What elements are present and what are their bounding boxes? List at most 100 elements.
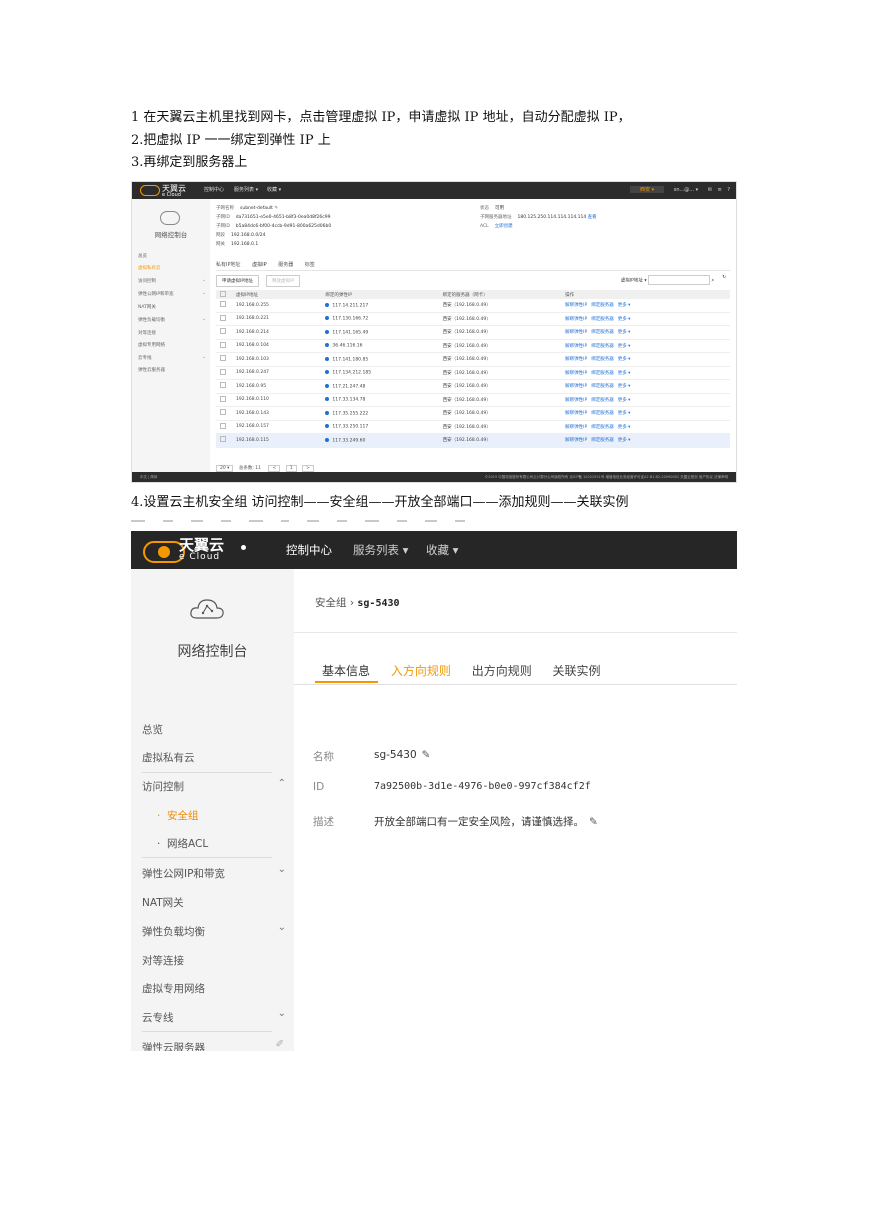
sidebar-item-ecs[interactable]: 弹性云服务器: [142, 1040, 205, 1051]
bind-server-link[interactable]: 绑定服务器: [591, 357, 614, 362]
table-row[interactable]: 192.168.0.221 117.130.166.72 西安（192.168.0.…: [216, 312, 730, 326]
sidebar-item-network-acl[interactable]: · 网络ACL: [157, 836, 208, 851]
sidebar-item-vpn[interactable]: 虚拟专用网络: [138, 342, 165, 348]
sidebar-item-overview[interactable]: 总览: [142, 722, 163, 737]
row-checkbox[interactable]: [220, 341, 226, 348]
nav-service-list[interactable]: 服务列表 ▾: [353, 542, 408, 558]
sidebar-item-vpn[interactable]: 虚拟专用网络: [142, 981, 205, 996]
bind-server-link[interactable]: 绑定服务器: [591, 330, 614, 335]
pin-icon[interactable]: ✐: [276, 1039, 284, 1050]
sidebar-item-vpc[interactable]: 虚拟私有云: [138, 265, 161, 271]
filter-field-select[interactable]: 虚拟IP地址 ▾: [621, 279, 647, 284]
row-checkbox[interactable]: [220, 355, 226, 362]
more-menu-link[interactable]: 更多 ▾: [618, 438, 631, 443]
unbind-eip-link[interactable]: 解绑弹性IP: [565, 411, 587, 416]
tab-associated-instances[interactable]: 关联实例: [553, 664, 601, 678]
bind-server-link[interactable]: 绑定服务器: [591, 303, 614, 308]
table-row[interactable]: 192.168.0.157 117.33.250.117 西安（192.168.0.…: [216, 420, 730, 434]
user-menu[interactable]: sn...@... ▾: [674, 187, 698, 193]
chevron-down-icon[interactable]: ⌄: [278, 864, 286, 875]
more-menu-link[interactable]: 更多 ▾: [618, 425, 631, 430]
sidebar-item-peering[interactable]: 对等连接: [142, 953, 184, 968]
sidebar-item-direct-connect[interactable]: 云专线: [142, 1010, 174, 1025]
sidebar-item-elb[interactable]: 弹性负载均衡: [138, 317, 165, 323]
mail-icon[interactable]: ✉: [708, 187, 712, 193]
bind-server-link[interactable]: 绑定服务器: [591, 398, 614, 403]
nav-control-center[interactable]: 控制中心: [286, 542, 332, 558]
more-menu-link[interactable]: 更多 ▾: [618, 303, 631, 308]
tab-inbound-rules[interactable]: 入方向规则: [391, 664, 451, 678]
page-1-button[interactable]: 1: [285, 465, 297, 472]
page-size-select[interactable]: 20 ▾: [216, 465, 234, 472]
edit-icon[interactable]: ✎: [274, 206, 278, 211]
row-checkbox[interactable]: [220, 328, 226, 335]
sidebar-item-access[interactable]: 访问控制: [138, 278, 156, 284]
refresh-icon[interactable]: ↻: [722, 275, 726, 280]
sidebar-item-eip[interactable]: 弹性公网IP和带宽: [142, 866, 225, 881]
tab-private-ip[interactable]: 私有IP地址: [216, 262, 241, 268]
unbind-eip-link[interactable]: 解绑弹性IP: [565, 344, 587, 349]
more-menu-link[interactable]: 更多 ▾: [618, 384, 631, 389]
search-icon[interactable]: ⌕: [711, 279, 714, 284]
table-row[interactable]: 192.168.0.110 117.33.134.78 西安（192.168.0.4…: [216, 393, 730, 407]
table-row[interactable]: 192.168.0.214 117.141.165.49 西安（192.168.0.…: [216, 325, 730, 340]
chevron-down-icon[interactable]: ⌄: [202, 354, 206, 360]
chevron-down-icon[interactable]: ⌄: [278, 1008, 286, 1019]
prev-page-button[interactable]: <: [268, 465, 281, 472]
table-row[interactable]: 192.168.0.115 117.33.249.60 西安（192.168.0.4…: [216, 433, 730, 448]
dns-view-link[interactable]: 查看: [588, 215, 597, 220]
help-icon[interactable]: ?: [727, 187, 730, 193]
table-row[interactable]: 192.168.0.103 117.141.180.85 西安（192.168.0.…: [216, 352, 730, 367]
sidebar-item-vpc[interactable]: 虚拟私有云: [142, 750, 195, 765]
more-menu-link[interactable]: 更多 ▾: [618, 411, 631, 416]
row-checkbox[interactable]: [220, 368, 226, 375]
table-row[interactable]: 192.168.0.143 117.35.255.222 西安（192.168.0.…: [216, 406, 730, 421]
unbind-eip-link[interactable]: 解绑弹性IP: [565, 371, 587, 376]
unbind-eip-link[interactable]: 解绑弹性IP: [565, 357, 587, 362]
edit-name-icon[interactable]: ✎: [422, 749, 431, 761]
apply-virtual-ip-button[interactable]: 申请虚拟IP地址: [216, 275, 260, 287]
table-row[interactable]: 192.168.0.247 117.134.212.185 西安（192.168.0…: [216, 366, 730, 380]
language-switch[interactable]: 中文 | 简体: [140, 475, 157, 480]
tab-servers[interactable]: 服务器: [278, 262, 293, 268]
more-menu-link[interactable]: 更多 ▾: [618, 317, 631, 322]
sidebar-item-elb[interactable]: 弹性负载均衡: [142, 924, 205, 939]
sidebar-item-peering[interactable]: 对等连接: [138, 330, 156, 336]
more-menu-link[interactable]: 更多 ▾: [618, 344, 631, 349]
chevron-down-icon[interactable]: ⌄: [202, 277, 206, 283]
row-checkbox[interactable]: [220, 301, 226, 308]
sidebar-item-nat[interactable]: NAT网关: [142, 895, 184, 910]
acl-create-link[interactable]: 立即创建: [495, 224, 513, 229]
more-menu-link[interactable]: 更多 ▾: [618, 398, 631, 403]
table-row[interactable]: 192.168.0.104 36.46.116.16 西安（192.168.0.49…: [216, 339, 730, 353]
bind-server-link[interactable]: 绑定服务器: [591, 384, 614, 389]
next-page-button[interactable]: >: [302, 465, 314, 472]
unbind-eip-link[interactable]: 解绑弹性IP: [565, 384, 587, 389]
nav-favorites[interactable]: 收藏 ▾: [267, 186, 281, 193]
more-menu-link[interactable]: 更多 ▾: [618, 357, 631, 362]
unbind-eip-link[interactable]: 解绑弹性IP: [565, 398, 587, 403]
tab-basic-info[interactable]: 基本信息: [322, 664, 370, 678]
chevron-down-icon[interactable]: ⌄: [278, 922, 286, 933]
sidebar-item-access-control[interactable]: 访问控制: [142, 779, 184, 794]
bind-server-link[interactable]: 绑定服务器: [591, 411, 614, 416]
bind-server-link[interactable]: 绑定服务器: [591, 317, 614, 322]
sidebar-item-security-group[interactable]: · 安全组: [157, 808, 199, 823]
chevron-down-icon[interactable]: ⌄: [202, 290, 206, 296]
tab-tags[interactable]: 标签: [305, 262, 315, 268]
filter-input[interactable]: [648, 275, 711, 285]
row-checkbox[interactable]: [220, 395, 226, 402]
more-menu-link[interactable]: 更多 ▾: [618, 371, 631, 376]
unbind-eip-link[interactable]: 解绑弹性IP: [565, 330, 587, 335]
region-select[interactable]: 西安 ▾: [630, 186, 665, 193]
row-checkbox[interactable]: [220, 409, 226, 416]
bind-server-link[interactable]: 绑定服务器: [591, 425, 614, 430]
sidebar-item-overview[interactable]: 总览: [138, 253, 147, 259]
sidebar-item-ecs[interactable]: 弹性云服务器: [138, 367, 165, 373]
chevron-up-icon[interactable]: ⌃: [278, 778, 286, 789]
release-virtual-ip-button[interactable]: 释放虚拟IP: [266, 275, 301, 287]
table-row[interactable]: 192.168.0.255 117.14.211.217 西安（192.168.0.…: [216, 299, 730, 313]
row-checkbox[interactable]: [220, 422, 226, 429]
table-row[interactable]: 192.168.0.95 117.21.247.48 西安（192.168.0.49…: [216, 379, 730, 394]
edit-description-icon[interactable]: ✎: [589, 816, 598, 828]
